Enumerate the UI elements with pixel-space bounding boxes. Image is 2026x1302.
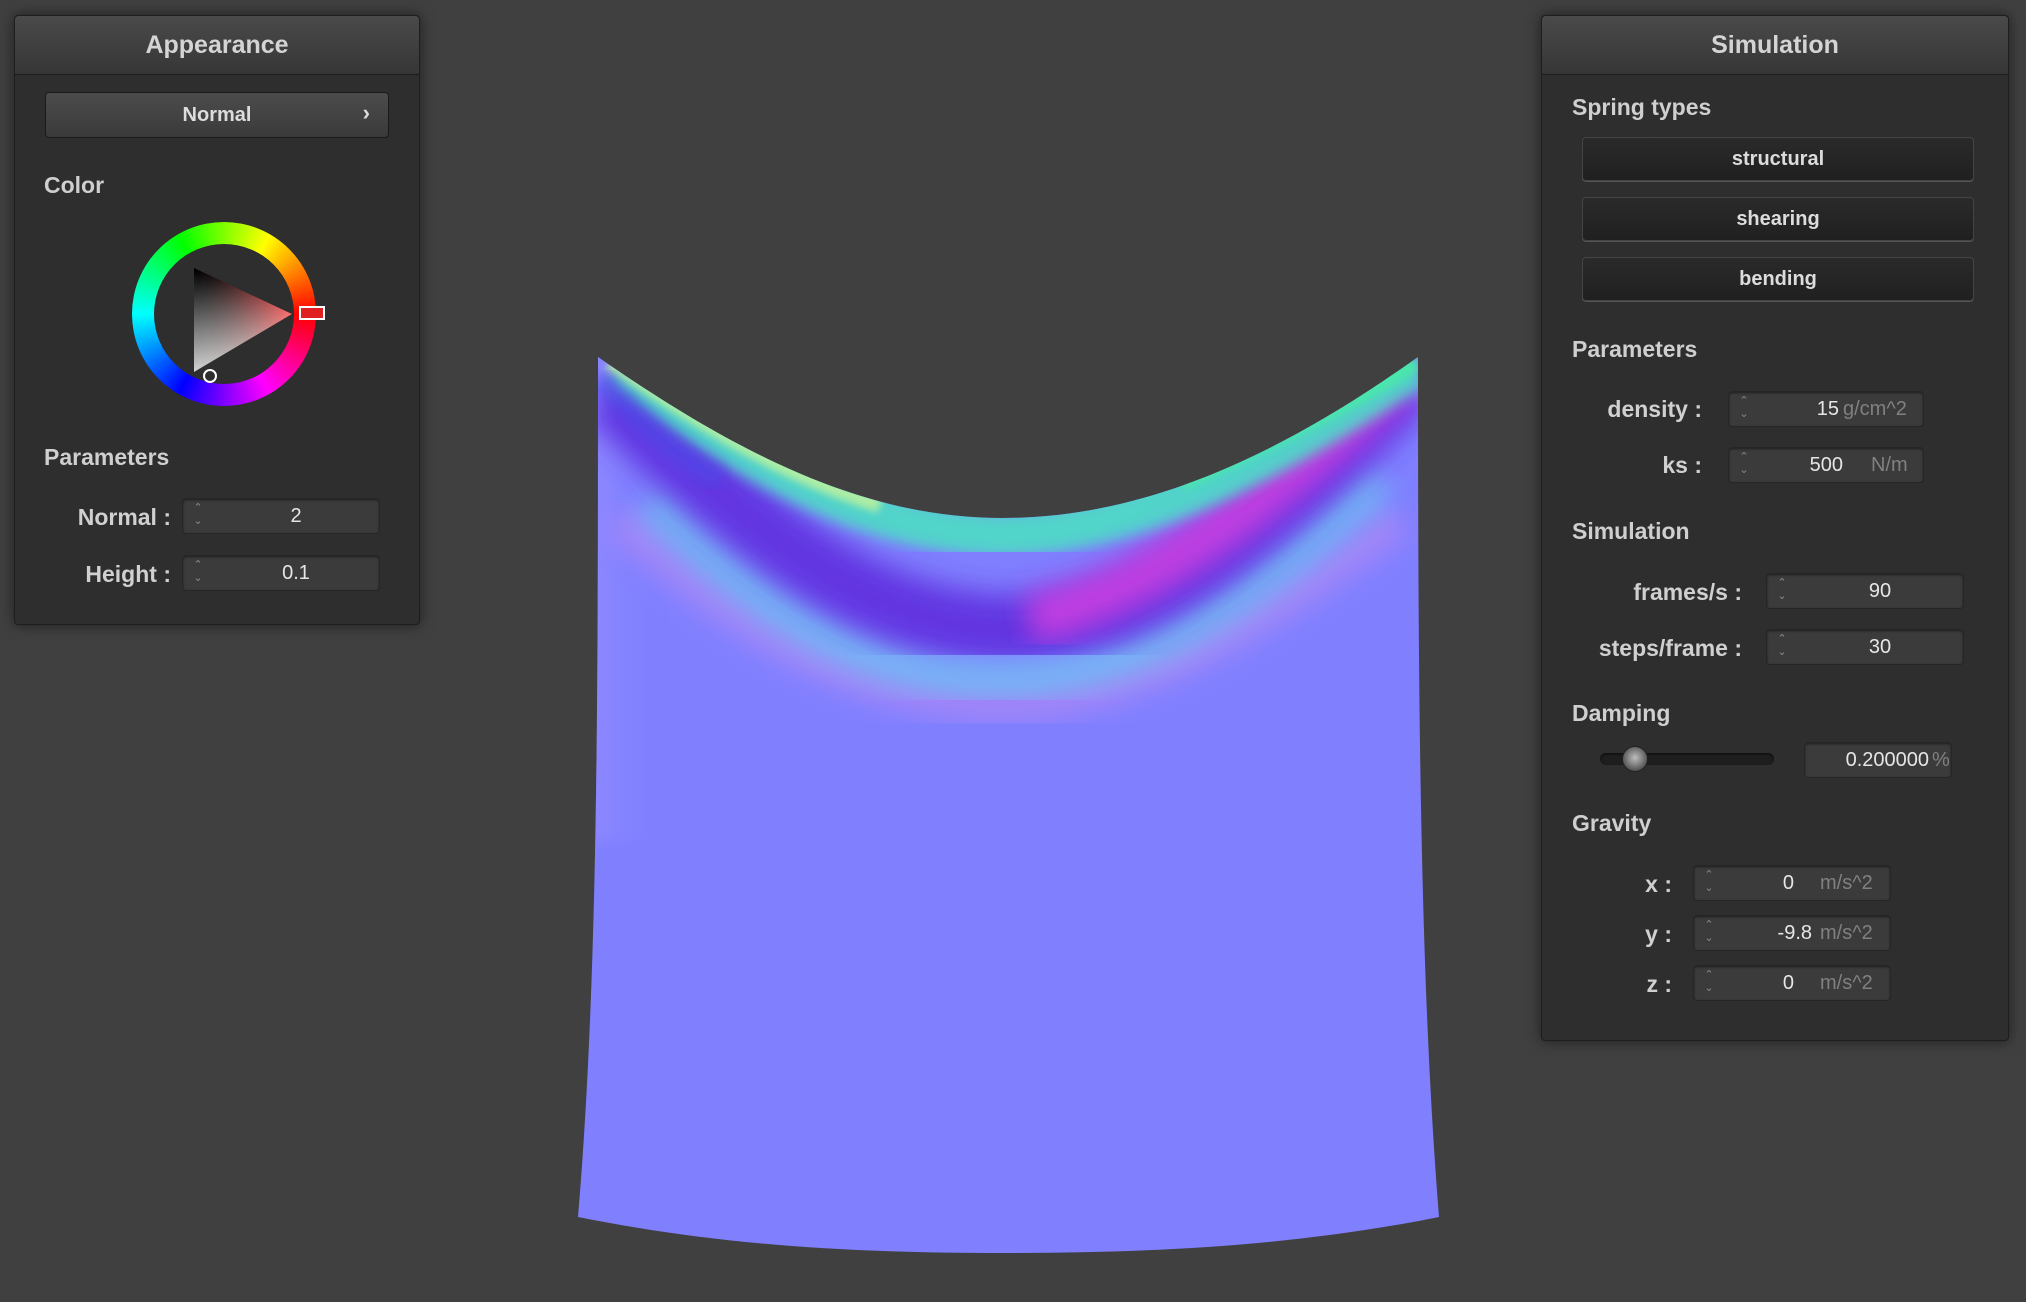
height-value: 0.1 <box>282 562 310 584</box>
appearance-panel: Appearance Normal › Color Parameters Nor… <box>14 15 420 625</box>
gravity-z-stepper[interactable]: ⌃ ⌄ 0 m/s^2 <box>1693 965 1891 1001</box>
gravity-y-value: -9.8 <box>1777 922 1812 944</box>
damping-slider-thumb[interactable] <box>1622 746 1648 772</box>
stepper-arrows-icon[interactable]: ⌃ ⌄ <box>1737 451 1751 479</box>
steps-label: steps/frame : <box>1598 635 1742 661</box>
gravity-title: Gravity <box>1572 810 1652 836</box>
shader-select-button[interactable]: Normal › <box>45 92 389 138</box>
density-value: 15 <box>1816 398 1839 420</box>
structural-button[interactable]: structural <box>1582 137 1974 181</box>
normal-label: Normal : <box>77 504 171 530</box>
damping-value: 0.200000 <box>1845 749 1929 771</box>
shearing-button[interactable]: shearing <box>1582 197 1974 241</box>
stepper-arrows-icon[interactable]: ⌃ ⌄ <box>1702 869 1716 897</box>
normal-stepper[interactable]: ⌃ ⌄ 2 <box>182 498 380 534</box>
stepper-arrows-icon[interactable]: ⌃ ⌄ <box>1702 969 1716 997</box>
spring-types-title: Spring types <box>1572 94 1712 120</box>
gravity-y-label: y : <box>1645 921 1672 947</box>
cloth-mesh <box>578 357 1439 1253</box>
gravity-z-value: 0 <box>1782 972 1794 994</box>
gravity-x-unit: m/s^2 <box>1820 872 1873 894</box>
stepper-arrows-icon[interactable]: ⌃ ⌄ <box>1775 577 1789 605</box>
fps-label: frames/s : <box>1633 579 1742 605</box>
stepper-arrows-icon[interactable]: ⌃ ⌄ <box>1737 395 1751 423</box>
color-wheel[interactable] <box>132 222 325 406</box>
color-triangle[interactable] <box>132 222 316 406</box>
ks-unit: N/m <box>1871 454 1908 476</box>
simulation-panel-title: Simulation <box>1542 16 2008 75</box>
gravity-x-stepper[interactable]: ⌃ ⌄ 0 m/s^2 <box>1693 865 1891 901</box>
ks-value: 500 <box>1809 454 1843 476</box>
gravity-y-unit: m/s^2 <box>1820 922 1873 944</box>
density-stepper[interactable]: ⌃ ⌄ 15 g/cm^2 <box>1728 391 1924 427</box>
chevron-right-icon: › <box>362 100 370 125</box>
height-label: Height : <box>85 561 171 587</box>
color-picker-handle <box>203 369 217 383</box>
gravity-x-label: x : <box>1645 871 1672 897</box>
fps-value: 90 <box>1868 580 1892 602</box>
steps-stepper[interactable]: ⌃ ⌄ 30 <box>1766 629 1964 665</box>
gravity-z-label: z : <box>1646 971 1672 997</box>
density-label: density : <box>1607 396 1702 422</box>
appearance-parameters-title: Parameters <box>44 444 170 470</box>
damping-title: Damping <box>1572 700 1671 726</box>
bending-button[interactable]: bending <box>1582 257 1974 301</box>
ks-stepper[interactable]: ⌃ ⌄ 500 N/m <box>1728 447 1924 483</box>
damping-unit: % <box>1932 749 1950 771</box>
gravity-z-unit: m/s^2 <box>1820 972 1873 994</box>
stepper-arrows-icon[interactable]: ⌃ ⌄ <box>1775 633 1789 661</box>
simulation-section-title: Simulation <box>1572 518 1690 544</box>
gravity-x-value: 0 <box>1782 872 1794 894</box>
stepper-arrows-icon[interactable]: ⌃ ⌄ <box>1702 919 1716 947</box>
simulation-parameters-title: Parameters <box>1572 336 1698 362</box>
normal-value: 2 <box>290 505 302 527</box>
damping-value-box[interactable]: 0.200000 % <box>1804 742 1952 778</box>
shader-select-label: Normal <box>182 104 252 126</box>
color-section-title: Color <box>44 172 105 198</box>
ks-label: ks : <box>1662 452 1702 478</box>
stepper-arrows-icon[interactable]: ⌃ ⌄ <box>191 502 205 530</box>
density-unit: g/cm^2 <box>1843 398 1907 420</box>
damping-slider-track[interactable] <box>1600 746 1774 772</box>
simulation-panel: Simulation Spring types structural shear… <box>1541 15 2009 1041</box>
hue-marker[interactable] <box>299 306 325 320</box>
fps-stepper[interactable]: ⌃ ⌄ 90 <box>1766 573 1964 609</box>
appearance-panel-title: Appearance <box>15 16 419 75</box>
stepper-arrows-icon[interactable]: ⌃ ⌄ <box>191 559 205 587</box>
height-stepper[interactable]: ⌃ ⌄ 0.1 <box>182 555 380 591</box>
gravity-y-stepper[interactable]: ⌃ ⌄ -9.8 m/s^2 <box>1693 915 1891 951</box>
steps-value: 30 <box>1868 636 1892 658</box>
